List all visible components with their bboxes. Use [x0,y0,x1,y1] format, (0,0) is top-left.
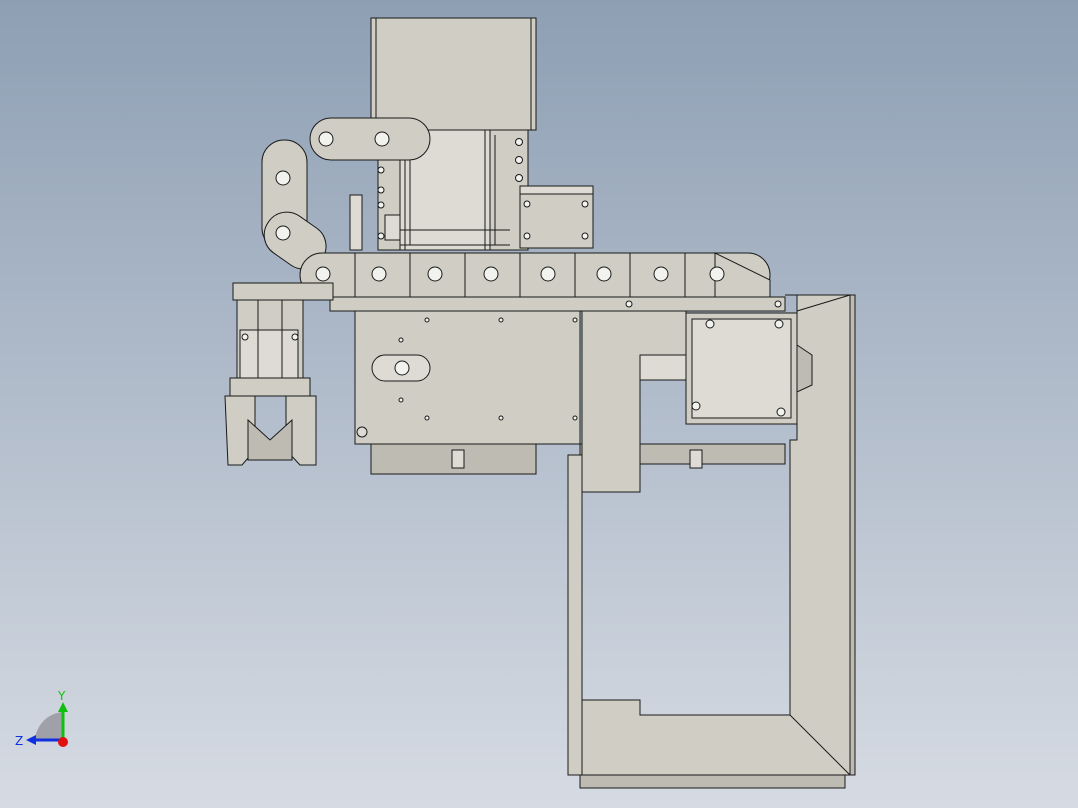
z-axis-label: Z [15,734,23,748]
motor-bracket[interactable] [519,185,594,249]
square-servo-motor[interactable] [685,312,813,425]
cad-graphics-viewport[interactable]: Y Z [0,0,1078,808]
y-axis-label: Y [57,689,66,703]
cad-model-scene[interactable]: Y Z [0,0,1078,808]
